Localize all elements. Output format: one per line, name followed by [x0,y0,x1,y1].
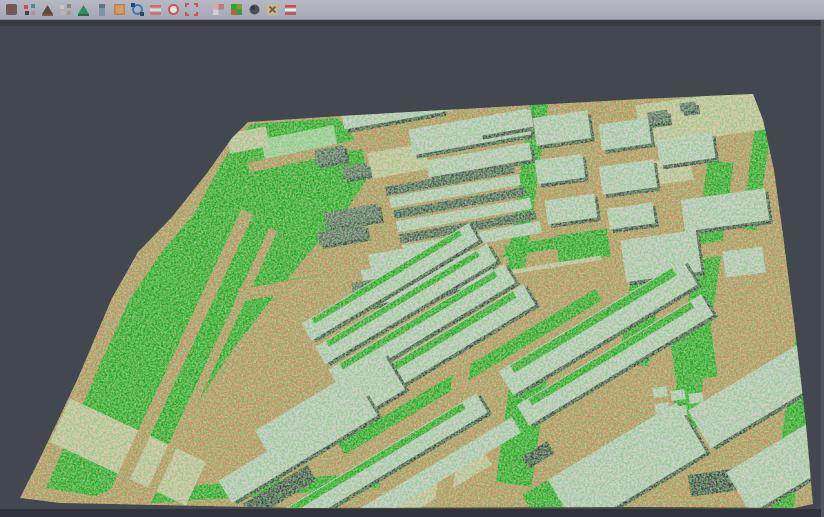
globe-icon-glyph [248,3,261,16]
measure-icon-glyph [284,3,297,16]
classification-colors-icon[interactable] [230,3,243,16]
orthophoto-icon-glyph [113,3,126,16]
vegetation-classify-icon[interactable] [77,3,90,16]
refresh-view-icon[interactable] [131,3,144,16]
profile-view-icon[interactable] [95,3,108,16]
circle-selection-icon-glyph [167,3,180,16]
align-points-icon-glyph [23,3,36,16]
contour-lines-icon[interactable] [149,3,162,16]
sparse-cloud-icon[interactable] [59,3,72,16]
orthophoto-icon[interactable] [113,3,126,16]
classification-colors-icon-glyph [230,3,243,16]
point-cloud-scene [0,20,824,517]
open-project-icon-glyph [5,3,18,16]
clear-selection-icon-glyph [266,3,279,16]
sparse-cloud-icon-glyph [59,3,72,16]
rectangle-selection-icon[interactable] [185,3,198,16]
vegetation-classify-icon-glyph [77,3,90,16]
align-points-icon[interactable] [23,3,36,16]
circle-selection-icon[interactable] [167,3,180,16]
globe-icon[interactable] [248,3,261,16]
main-toolbar [0,0,824,20]
3d-viewport[interactable] [0,20,824,517]
rectangle-selection-icon-glyph [185,3,198,16]
contour-lines-icon-glyph [149,3,162,16]
terrain-model-icon[interactable] [41,3,54,16]
texture-mosaic-icon[interactable] [212,3,225,16]
profile-view-icon-glyph [95,3,108,16]
refresh-view-icon-glyph [131,3,144,16]
open-project-icon[interactable] [5,3,18,16]
application-window [0,0,824,517]
measure-icon[interactable] [284,3,297,16]
texture-mosaic-icon-glyph [212,3,225,16]
clear-selection-icon[interactable] [266,3,279,16]
terrain-model-icon-glyph [41,3,54,16]
